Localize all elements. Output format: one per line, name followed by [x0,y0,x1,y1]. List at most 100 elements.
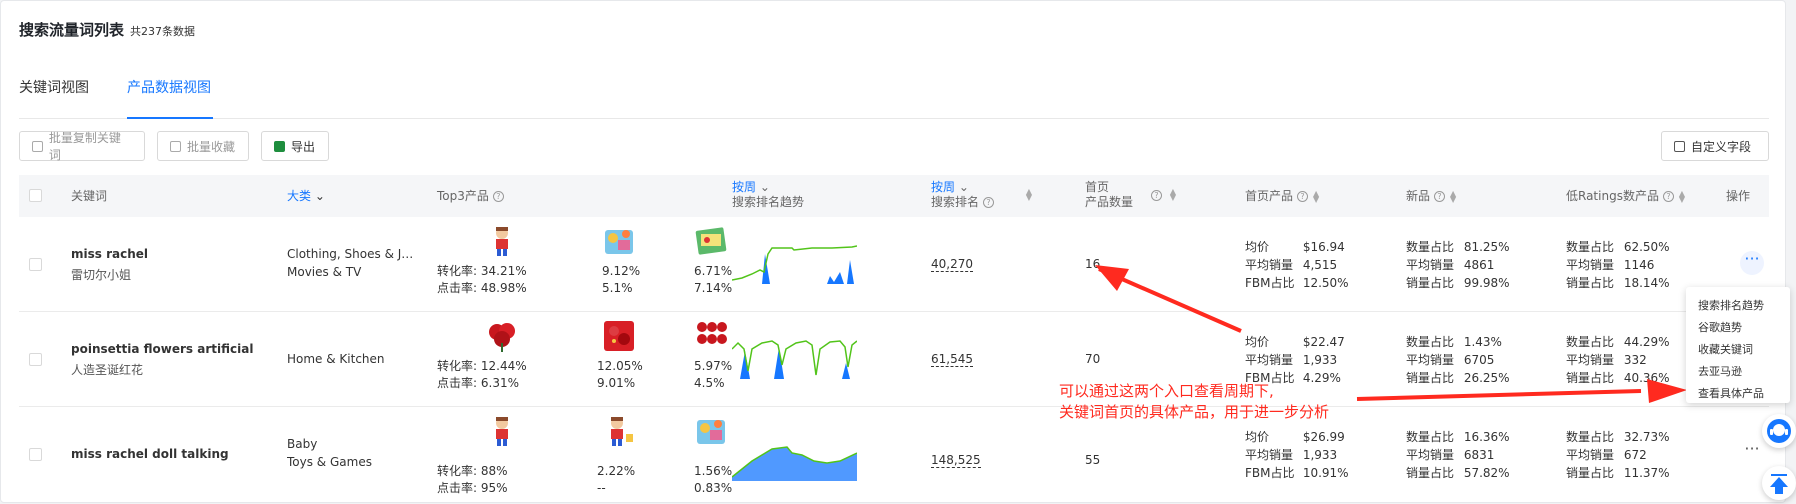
avg-sales-label: 平均销量 [1566,448,1615,462]
keyword-text[interactable]: poinsettia flowers artificial [71,342,253,356]
avg-sales-value: 1,933 [1302,353,1338,367]
rank-period-select[interactable]: 按周 [931,180,955,194]
more-actions-button[interactable]: ··· [1740,251,1764,275]
select-all-checkbox[interactable] [29,189,42,202]
qty-share-label: 数量占比 [1566,240,1615,254]
sales-share-value: 11.37% [1623,466,1670,480]
avg-sales-value: 6831 [1463,448,1495,462]
batch-copy-button[interactable]: 批量复制关键词 [19,131,145,162]
row-checkbox[interactable] [29,353,42,366]
batch-favorite-button[interactable]: 批量收藏 [157,131,249,161]
sales-share-label: 销量占比 [1406,371,1455,385]
keyword-table-card: 搜索流量词列表 共237条数据 关键词视图 产品数据视图 批量复制关键词 批量收… [0,0,1790,503]
product-thumbnail[interactable] [694,414,728,448]
column-new-label: 新品 [1406,189,1431,203]
custom-fields-label: 自定义字段 [1691,139,1752,154]
category-text: Baby [287,437,318,451]
keyword-text[interactable]: miss rachel doll talking [71,447,229,461]
view-tabs: 关键词视图 产品数据视图 [19,61,1769,119]
column-trend-label: 搜索排名趋势 [732,195,805,209]
column-trend: 按周 ⌄ 搜索排名趋势 [732,180,804,210]
sort-icon[interactable]: ▲ ▼ [1312,189,1320,203]
new-product-stats: 数量占比 16.36% 平均销量 6831 销量占比 57.82% [1406,428,1510,482]
avg-sales-value: 332 [1623,353,1647,367]
help-icon[interactable]: ? [1662,191,1674,202]
avg-price-label: 均价 [1245,335,1270,349]
search-rank-link[interactable]: 61,545 [931,352,973,367]
cvr-number: 88% [480,464,508,478]
help-icon[interactable]: ? [492,191,504,202]
search-rank-link[interactable]: 148,525 [931,453,981,468]
product-thumbnail[interactable] [694,224,728,258]
sort-icon[interactable]: ▲ ▼ [1678,189,1686,203]
avg-sales-value: 1,933 [1302,448,1338,462]
row-checkbox[interactable] [29,448,42,461]
fbm-share-value: 12.50% [1302,276,1349,290]
help-icon[interactable]: ? [1297,191,1309,202]
sort-icon[interactable]: ▲ ▼ [1449,189,1457,203]
rank-trend-sparkline[interactable] [732,337,857,379]
more-actions-button[interactable]: ··· [1740,441,1764,465]
menu-item-rank-trend[interactable]: 搜索排名趋势 [1698,297,1764,313]
product-thumbnail[interactable] [485,319,519,353]
annotation-text: 可以通过这两个入口查看周期下, 关键词首页的具体产品，用于进一步分析 [1059,381,1329,423]
ctr-value: -- [597,481,606,495]
sort-icon[interactable]: ▲ ▼ [1169,188,1177,202]
qty-share-value: 1.43% [1463,335,1502,349]
avg-sales-value: 4861 [1463,258,1495,272]
export-button[interactable]: 导出 [261,131,329,161]
product-thumbnail[interactable] [602,319,636,353]
avg-sales-value: 1146 [1623,258,1655,272]
column-category[interactable]: 大类 ⌄ [287,189,325,204]
menu-item-favorite-keyword[interactable]: 收藏关键词 [1698,341,1753,357]
avg-sales-label: 平均销量 [1406,448,1455,462]
rank-trend-sparkline[interactable] [732,242,857,284]
chevron-down-icon: ⌄ [958,180,969,194]
sales-share-label: 销量占比 [1566,371,1615,385]
qty-share-value: 62.50% [1623,240,1670,254]
favorite-icon [170,140,181,152]
menu-item-go-amazon[interactable]: 去亚马逊 [1698,363,1742,379]
rank-trend-sparkline[interactable] [732,439,857,481]
table-row: miss rachel doll talking Baby Toys & Gam… [19,407,1769,502]
sort-icon[interactable]: ▲ ▼ [1025,188,1033,202]
product-thumbnail[interactable] [602,224,636,258]
menu-item-google-trends[interactable]: 谷歌趋势 [1698,319,1742,335]
trend-period-select[interactable]: 按周 [732,180,756,194]
chevron-down-icon: ⌄ [759,180,770,194]
column-page-count-line2: 产品数量 [1085,195,1134,209]
ctr-number: 95% [480,481,508,495]
sales-share-value: 57.82% [1463,466,1510,480]
copy-icon [32,140,43,152]
column-category-label: 大类 [287,189,312,203]
keyword-text[interactable]: miss rachel [71,247,148,261]
avg-sales-label: 平均销量 [1406,353,1455,367]
ctr-label: 点击率: [437,281,478,295]
back-to-top-button[interactable] [1762,466,1796,500]
tab-product-view[interactable]: 产品数据视图 [127,77,211,97]
product-thumbnail[interactable] [694,319,728,353]
help-icon[interactable]: ? [1434,191,1446,202]
help-icon[interactable]: ? [983,197,995,208]
product-thumbnail[interactable] [485,414,519,448]
row-checkbox[interactable] [29,258,42,271]
tab-keyword-view[interactable]: 关键词视图 [19,77,89,97]
category-text: Movies & TV [287,265,362,279]
qty-share-label: 数量占比 [1406,430,1455,444]
ctr-value: 点击率: 6.31% [437,374,519,392]
avg-price-label: 均价 [1245,240,1270,254]
cvr-value: 6.71% [694,264,733,278]
product-thumbnail[interactable] [485,224,519,258]
customer-service-button[interactable] [1762,414,1796,448]
batch-copy-label: 批量复制关键词 [48,131,121,162]
column-top3-label: Top3产品 [437,189,489,203]
product-thumbnail[interactable] [602,414,636,448]
menu-item-view-products[interactable]: 查看具体产品 [1698,385,1764,401]
custom-fields-button[interactable]: 自定义字段 [1661,131,1769,161]
first-page-stats: 均价 $22.47 平均销量 1,933 FBM占比 4.29% [1245,333,1345,387]
avg-sales-label: 平均销量 [1245,448,1294,462]
help-icon[interactable]: ? [1151,190,1162,201]
avg-price-value: $26.99 [1302,430,1345,444]
search-rank-link[interactable]: 40,270 [931,257,973,272]
fbm-share-label: FBM占比 [1245,466,1295,480]
